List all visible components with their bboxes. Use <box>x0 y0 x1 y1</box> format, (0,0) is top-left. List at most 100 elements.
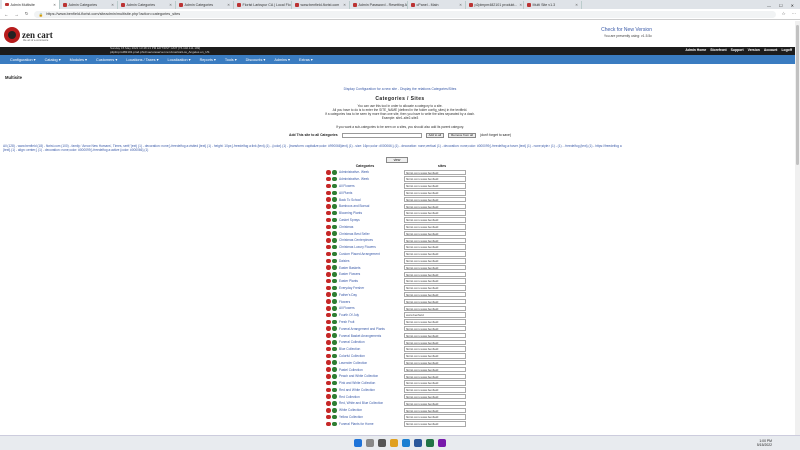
red-status-icon[interactable] <box>326 387 331 393</box>
green-status-icon[interactable] <box>332 238 337 243</box>
scrollbar-thumb[interactable] <box>796 25 799 165</box>
green-status-icon[interactable] <box>332 244 337 250</box>
category-link[interactable]: Administrative- Week <box>339 170 404 174</box>
sites-input[interactable]: florist.com-www.benfield <box>404 271 466 278</box>
sites-input[interactable]: florist.com-www.benfield <box>404 366 466 373</box>
sites-input[interactable]: florist.com-www.benfield <box>404 298 466 305</box>
red-status-icon[interactable] <box>326 183 331 189</box>
green-status-icon[interactable] <box>332 401 337 406</box>
green-status-icon[interactable] <box>332 367 337 372</box>
menu-item-modules[interactable]: Modules ▾ <box>70 57 87 62</box>
browser-tab[interactable]: www.benfield-florist.com ✕ <box>292 1 350 9</box>
green-status-icon[interactable] <box>332 176 337 182</box>
back-icon[interactable]: ← <box>4 12 8 17</box>
sites-input[interactable]: florist.com-www.benfield <box>404 264 466 271</box>
sites-input[interactable]: florist.com-www.benfield <box>404 196 466 203</box>
green-status-icon[interactable] <box>332 387 337 393</box>
red-status-icon[interactable] <box>326 312 331 318</box>
sites-input[interactable]: florist.com-www.benfield <box>404 190 466 196</box>
category-link[interactable]: Blooming Plants <box>339 211 404 215</box>
green-status-icon[interactable] <box>332 258 337 263</box>
category-link[interactable]: Red Collection <box>339 395 404 399</box>
category-link[interactable]: Funeral Collection <box>339 340 404 344</box>
category-link[interactable]: Pastel Collection <box>339 368 404 372</box>
category-link[interactable]: Peach and White Collection <box>339 374 404 378</box>
red-status-icon[interactable] <box>326 401 331 406</box>
red-status-icon[interactable] <box>326 251 331 257</box>
browser-tab[interactable]: Admin Multisite ✕ <box>2 0 60 9</box>
green-status-icon[interactable] <box>332 231 337 236</box>
sites-input[interactable]: florist.com-www.benfield <box>404 251 466 257</box>
green-status-icon[interactable] <box>332 319 337 325</box>
admin-link-logoff[interactable]: Logoff <box>781 48 792 52</box>
green-status-icon[interactable] <box>332 190 337 196</box>
red-status-icon[interactable] <box>326 346 331 352</box>
category-link[interactable]: Back To School <box>339 198 404 202</box>
red-status-icon[interactable] <box>326 394 331 399</box>
forward-icon[interactable]: → <box>14 12 18 17</box>
windows-start-icon[interactable] <box>354 439 362 447</box>
category-link[interactable]: Colorful Collection <box>339 354 404 358</box>
sites-input[interactable]: florist.com-www.benfield <box>404 203 466 210</box>
green-status-icon[interactable] <box>332 408 337 413</box>
green-status-icon[interactable] <box>332 292 337 297</box>
sites-input[interactable]: florist.com-www.benfield <box>404 332 466 339</box>
green-status-icon[interactable] <box>332 265 337 270</box>
tab-close-icon[interactable]: ✕ <box>227 3 230 7</box>
menu-item-configuration[interactable]: Configuration ▾ <box>10 57 36 62</box>
menu-item-extras[interactable]: Extras ▾ <box>299 57 313 62</box>
green-status-icon[interactable] <box>332 312 337 318</box>
category-link[interactable]: All Flowers <box>339 306 404 310</box>
menu-item-locations-taxes[interactable]: Locations / Taxes ▾ <box>126 57 158 62</box>
red-status-icon[interactable] <box>326 367 331 372</box>
category-link[interactable]: Christmas <box>339 225 404 229</box>
category-link[interactable]: Lavender Collection <box>339 361 404 365</box>
zencart-logo[interactable]: zen cart the art of e-commerce <box>4 26 54 44</box>
green-status-icon[interactable] <box>332 272 337 277</box>
category-link[interactable]: Funeral Arrangement and Plants <box>339 327 404 331</box>
sites-input[interactable]: florist.com-www.benfield <box>404 291 466 298</box>
red-status-icon[interactable] <box>326 285 331 291</box>
sites-input[interactable]: florist.com-www.benfield <box>404 224 466 230</box>
green-status-icon[interactable] <box>332 326 337 331</box>
green-status-icon[interactable] <box>332 353 337 359</box>
sites-input[interactable]: florist.com-www.benfield <box>404 217 466 223</box>
category-link[interactable]: Bamboos and Bonsai <box>339 204 404 208</box>
menu-item-catalog[interactable]: Catalog ▾ <box>45 57 61 62</box>
admin-link-storefront[interactable]: Storefront <box>710 48 726 52</box>
green-status-icon[interactable] <box>332 340 337 345</box>
site-filter-line[interactable]: {text} (1) - align: center;} (1) - decor… <box>3 148 797 152</box>
green-status-icon[interactable] <box>332 204 337 209</box>
url-field[interactable]: 🔒 https://www.benfield-florist.com/sitea… <box>34 10 776 18</box>
red-status-icon[interactable] <box>326 244 331 250</box>
browser-tab[interactable]: Admin Categories ✕ <box>176 1 234 9</box>
green-status-icon[interactable] <box>332 183 337 189</box>
category-link[interactable]: Fresh Fruit <box>339 320 404 324</box>
sites-input[interactable]: florist.com-www.benfield <box>404 407 466 414</box>
green-status-icon[interactable] <box>332 170 337 175</box>
browser-tab[interactable]: cPanel - Main ✕ <box>408 1 466 9</box>
tab-close-icon[interactable]: ✕ <box>343 3 346 7</box>
green-status-icon[interactable] <box>332 217 337 223</box>
app-icon[interactable] <box>438 439 446 447</box>
red-status-icon[interactable] <box>326 265 331 270</box>
category-link[interactable]: Daisies <box>339 259 404 263</box>
red-status-icon[interactable] <box>326 258 331 263</box>
menu-item-tools[interactable]: Tools ▾ <box>225 57 237 62</box>
menu-item-localization[interactable]: Localization ▾ <box>168 57 191 62</box>
browser-tab[interactable]: Admin Categories ✕ <box>60 1 118 9</box>
display-config-links[interactable]: Display Configuration for a new site - D… <box>0 87 800 91</box>
red-status-icon[interactable] <box>326 170 331 175</box>
menu-item-customers[interactable]: Customers ▾ <box>96 57 117 62</box>
red-status-icon[interactable] <box>326 374 331 379</box>
red-status-icon[interactable] <box>326 272 331 277</box>
red-status-icon[interactable] <box>326 408 331 413</box>
red-status-icon[interactable] <box>326 353 331 359</box>
sites-input[interactable]: florist.com-www.benfield <box>404 373 466 380</box>
menu-item-discounts[interactable]: Discounts ▾ <box>246 57 266 62</box>
red-status-icon[interactable] <box>326 360 331 365</box>
green-status-icon[interactable] <box>332 299 337 304</box>
system-tray-clock[interactable]: 1:00 PM 5/15/2022 <box>757 439 772 447</box>
menu-item-admins[interactable]: Admins ▾ <box>274 57 290 62</box>
sites-input[interactable]: www.benfield <box>404 312 466 318</box>
